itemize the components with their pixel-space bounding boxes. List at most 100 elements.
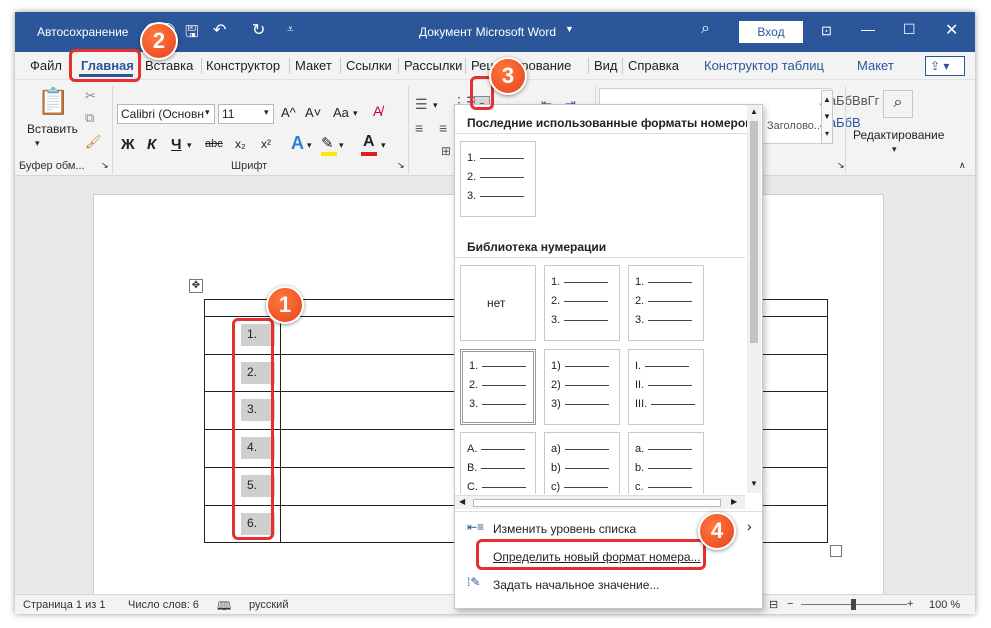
editing-chevron-icon[interactable]: ▾	[892, 144, 897, 155]
styles-scroll-icon[interactable]: ▲ ▼ ▾	[821, 90, 833, 144]
tab-insert[interactable]: Вставка	[145, 58, 193, 73]
word-count[interactable]: Число слов: 6	[128, 599, 199, 611]
cut-icon[interactable]: ✂	[85, 88, 96, 104]
menu-divider	[455, 133, 762, 134]
save-icon[interactable]: 🖫	[185, 21, 199, 48]
tile-line-label: III.	[635, 398, 648, 410]
text-effects-chevron-icon[interactable]: ▾	[307, 140, 312, 151]
editing-label[interactable]: Редактирование	[853, 128, 944, 142]
maximize-icon[interactable]: ☐	[903, 21, 916, 38]
customize-qat-icon[interactable]: ⩡	[287, 22, 294, 37]
numbering-format-tile[interactable]: a. b. c.	[628, 432, 704, 494]
collapse-ribbon-icon[interactable]: ∧	[959, 160, 966, 171]
menu-vertical-scrollbar[interactable]: ▲ ▼	[747, 105, 761, 493]
numbering-none-tile[interactable]: нет	[460, 265, 536, 341]
numbering-format-tile[interactable]: 1. 2. 3.	[544, 265, 620, 341]
table-col-line	[280, 316, 281, 542]
scroll-right-icon[interactable]: ▶	[731, 497, 737, 506]
scroll-left-icon[interactable]: ◀	[459, 497, 465, 506]
clipboard-launcher-icon[interactable]: ↘	[101, 160, 109, 171]
tab-separator	[465, 58, 466, 74]
font-launcher-icon[interactable]: ↘	[397, 160, 405, 171]
ribbon-display-icon[interactable]: ⊡	[821, 23, 832, 39]
minimize-icon[interactable]: —	[861, 21, 875, 37]
align-center-icon[interactable]: ≡	[439, 120, 447, 136]
bold-button[interactable]: Ж	[121, 136, 135, 153]
paste-dropdown-icon[interactable]: ▾	[35, 138, 40, 149]
tile-line-label: I.	[635, 360, 642, 372]
find-icon[interactable]: ⌕	[883, 90, 913, 118]
tab-file[interactable]: Файл	[30, 58, 62, 73]
tab-help[interactable]: Справка	[628, 58, 679, 73]
underline-button[interactable]: Ч	[171, 136, 182, 153]
text-effects-icon[interactable]: A	[291, 133, 304, 154]
table-move-handle-icon[interactable]: ✥	[189, 279, 203, 293]
tab-references[interactable]: Ссылки	[346, 58, 392, 73]
zoom-slider-thumb[interactable]	[851, 599, 856, 610]
highlight-icon[interactable]: ✎	[321, 134, 334, 152]
zoom-in-icon[interactable]: +	[907, 598, 913, 610]
undo-icon[interactable]: ↶	[213, 20, 226, 40]
scroll-thumb[interactable]	[750, 121, 758, 343]
tab-design[interactable]: Конструктор	[206, 58, 280, 73]
scroll-down-icon[interactable]: ▼	[750, 479, 758, 488]
subscript-button[interactable]: x₂	[235, 137, 246, 151]
font-color-chevron-icon[interactable]: ▾	[381, 140, 386, 151]
h-scroll-thumb[interactable]	[473, 499, 721, 507]
view-icon[interactable]: ⊟	[769, 598, 778, 611]
strikethrough-button[interactable]: abc	[205, 138, 223, 150]
shrink-font-button[interactable]: A˅	[305, 105, 321, 120]
table-resize-handle[interactable]	[830, 545, 842, 557]
recent-formats-header: Последние использованные форматы номеров	[467, 116, 753, 130]
numbering-format-tile[interactable]: a) b) c)	[544, 432, 620, 494]
numbering-format-tile[interactable]: A. B. C.	[460, 432, 536, 494]
font-name-combo[interactable]: Calibri (Основн	[117, 104, 215, 124]
page-count[interactable]: Страница 1 из 1	[23, 599, 105, 611]
menu-horizontal-scrollbar[interactable]: ◀ ▶	[455, 495, 745, 509]
login-button[interactable]: Вход	[739, 21, 803, 43]
scroll-up-icon[interactable]: ▲	[750, 107, 758, 116]
bullets-chevron-icon[interactable]: ▾	[433, 100, 438, 111]
italic-button[interactable]: К	[147, 136, 156, 153]
change-list-level-item[interactable]: Изменить уровень списка	[493, 522, 636, 536]
paste-icon[interactable]: 📋	[37, 86, 69, 117]
copy-icon[interactable]: ⧉	[85, 110, 94, 126]
redo-icon[interactable]: ↻	[252, 20, 265, 40]
paste-label[interactable]: Вставить	[27, 122, 78, 136]
clear-formatting-icon[interactable]: A̸	[373, 103, 382, 119]
grow-font-button[interactable]: A^	[281, 105, 296, 120]
zoom-out-icon[interactable]: −	[787, 598, 793, 610]
change-case-button[interactable]: Aa	[333, 105, 349, 120]
close-icon[interactable]: ✕	[945, 20, 958, 40]
superscript-button[interactable]: x²	[261, 137, 271, 151]
format-painter-icon[interactable]: 🖌	[85, 134, 102, 150]
recent-format-tile[interactable]: 1. 2. 3.	[460, 141, 536, 217]
bullets-icon[interactable]: ☰	[415, 96, 428, 113]
font-size-chevron-icon[interactable]: ▾	[264, 107, 269, 118]
font-color-icon[interactable]: A	[363, 133, 375, 151]
numbering-format-tile[interactable]: 1. 2. 3.	[628, 265, 704, 341]
numbering-format-tile[interactable]: 1) 2) 3)	[544, 349, 620, 425]
tab-table-design[interactable]: Конструктор таблиц	[704, 58, 824, 73]
styles-launcher-icon[interactable]: ↘	[837, 160, 845, 171]
tab-table-layout[interactable]: Макет	[857, 58, 894, 73]
zoom-level[interactable]: 100 %	[929, 599, 960, 611]
change-case-chevron-icon[interactable]: ▾	[353, 108, 358, 119]
align-left-icon[interactable]: ≡	[415, 120, 423, 136]
search-icon[interactable]: ⌕	[701, 20, 710, 38]
tab-layout[interactable]: Макет	[295, 58, 332, 73]
underline-chevron-icon[interactable]: ▾	[187, 140, 192, 151]
tab-mailings[interactable]: Рассылки	[404, 58, 462, 73]
font-name-chevron-icon[interactable]: ▾	[205, 107, 210, 118]
highlight-chevron-icon[interactable]: ▾	[339, 140, 344, 151]
share-icon[interactable]: ⇪ ▾	[925, 56, 965, 76]
proofing-icon[interactable]: 🕮	[217, 597, 231, 614]
numbering-format-tile[interactable]: I. II. III.	[628, 349, 704, 425]
title-chevron-icon[interactable]: ▼	[565, 24, 574, 34]
set-numbering-value-item[interactable]: Задать начальное значение...	[493, 578, 659, 592]
borders-icon[interactable]: ⊞	[441, 144, 451, 158]
tab-view[interactable]: Вид	[594, 58, 618, 73]
numbering-format-tile-selected[interactable]: 1. 2. 3.	[460, 349, 536, 425]
font-color-swatch	[361, 152, 377, 156]
language[interactable]: русский	[249, 599, 288, 611]
